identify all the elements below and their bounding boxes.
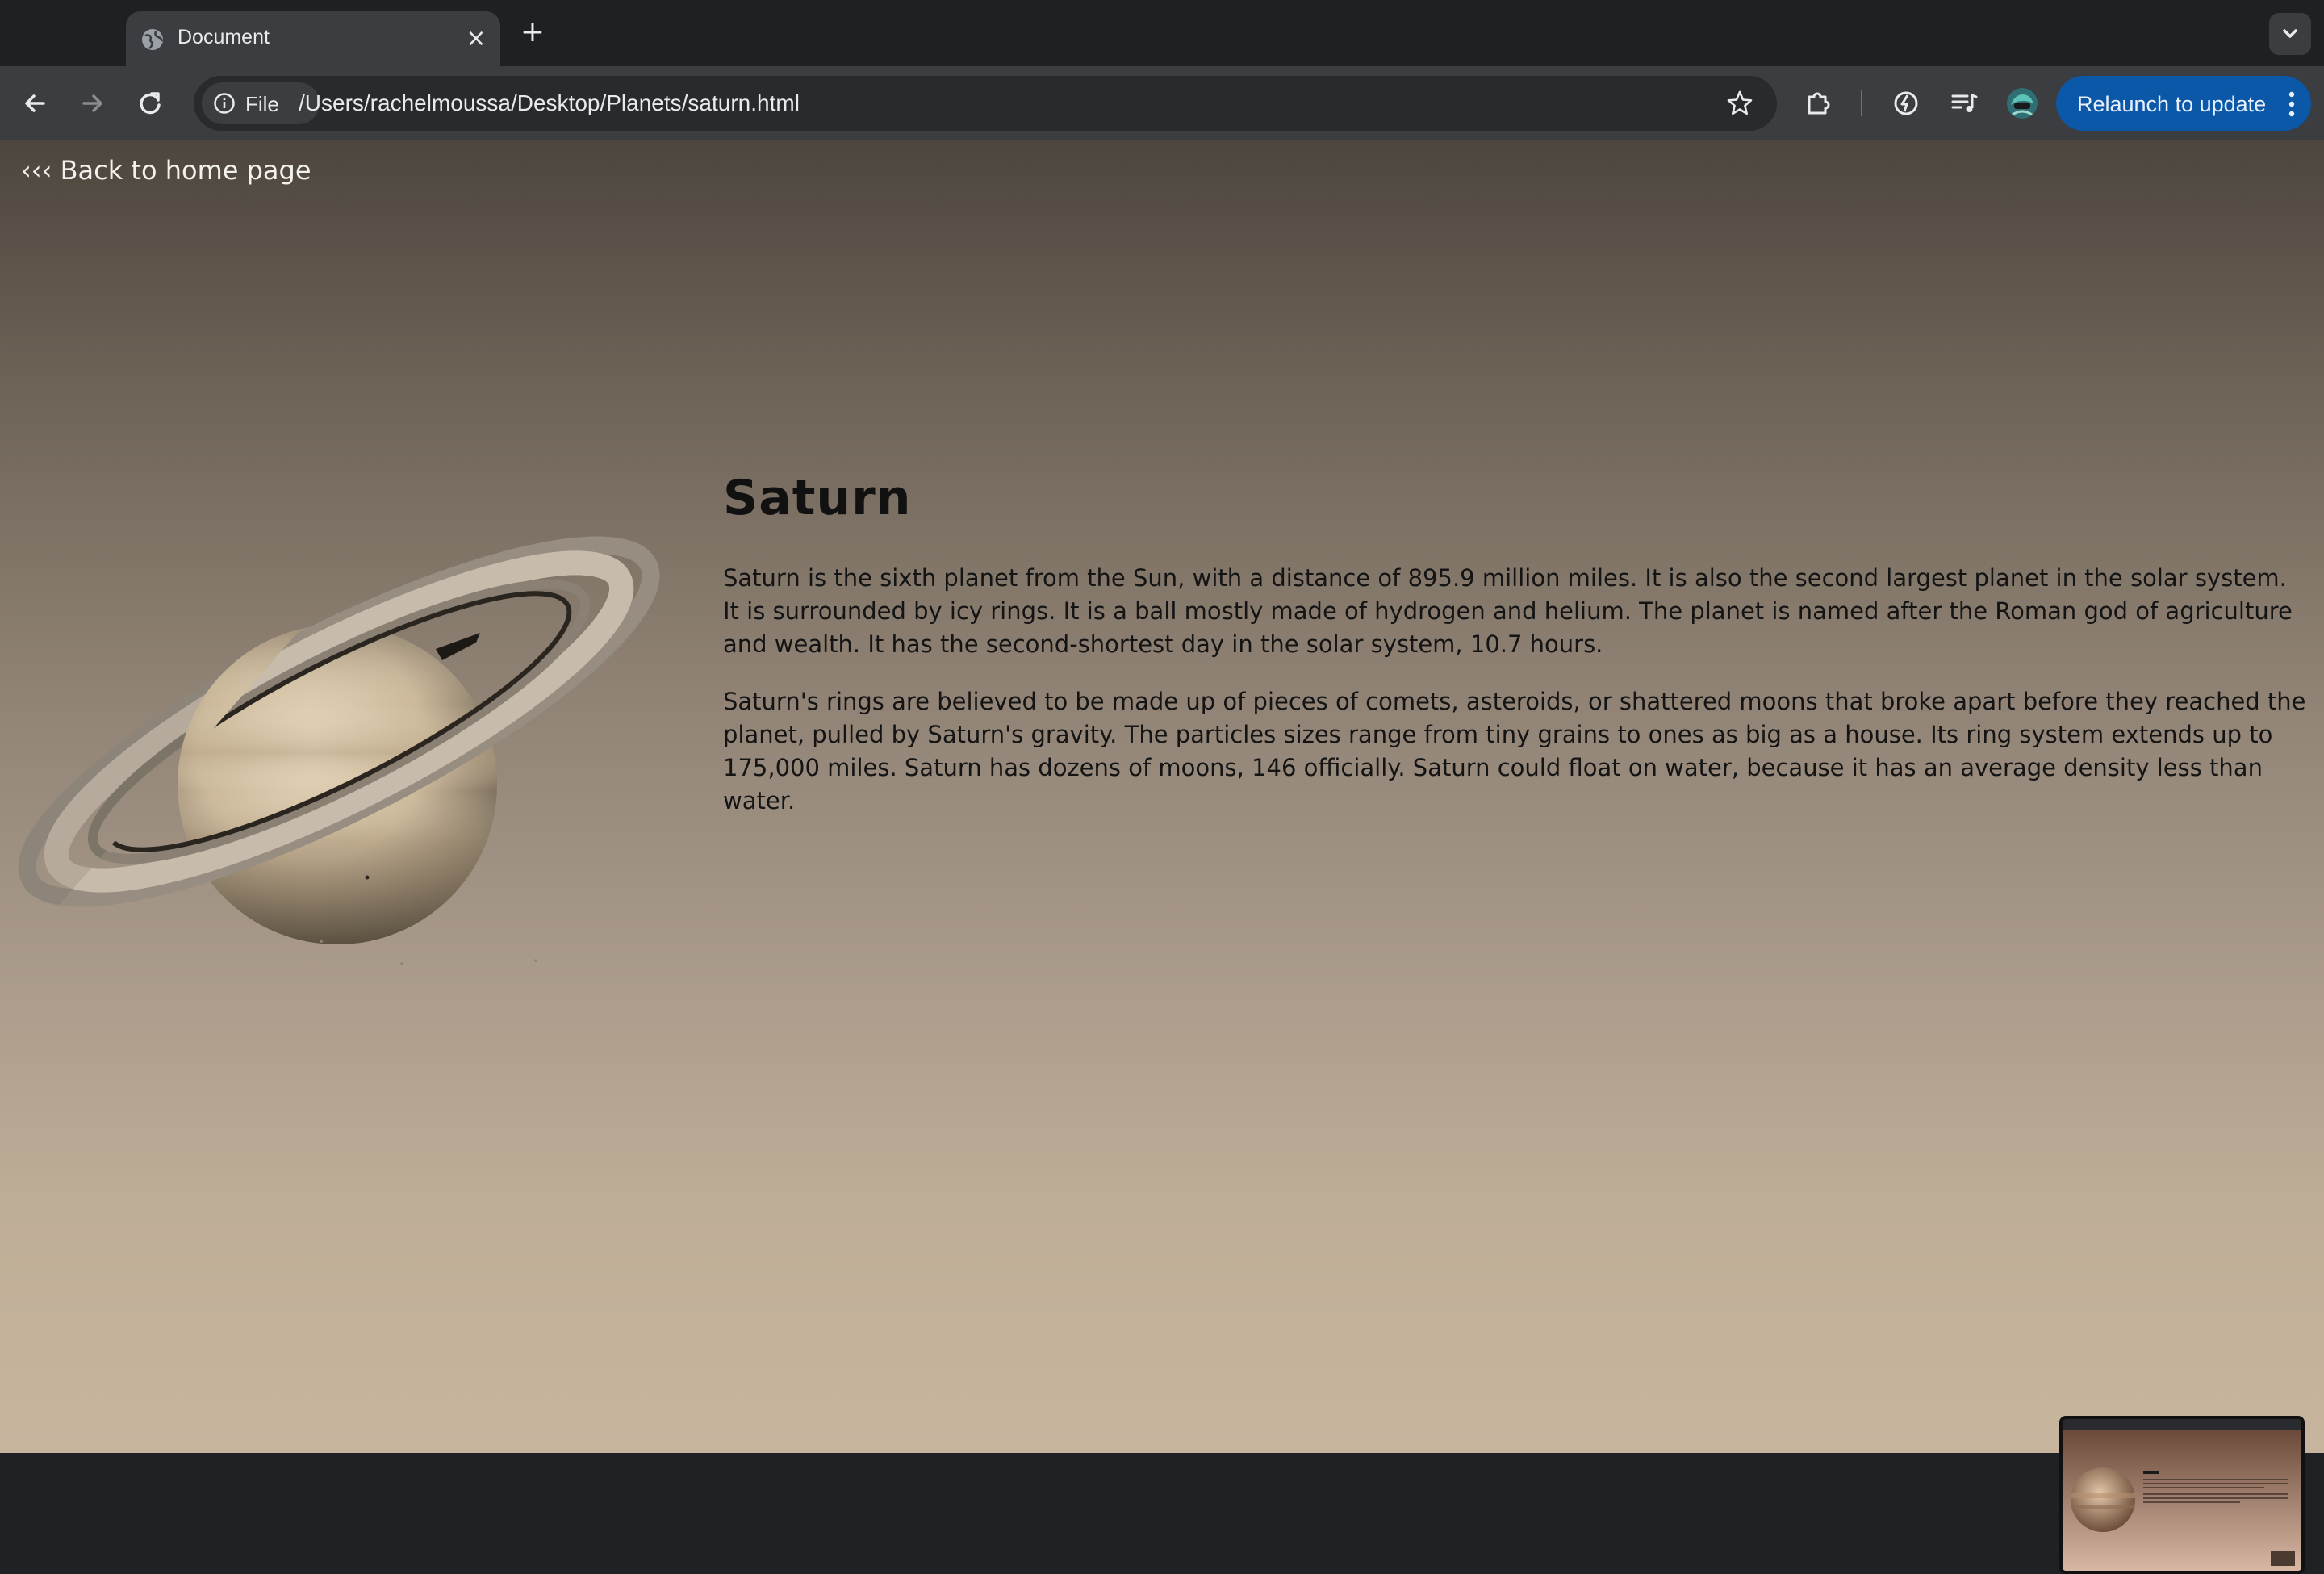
file-chip-label: File [245, 92, 279, 116]
window-preview-thumbnail[interactable] [2059, 1416, 2305, 1574]
chevron-down-icon [2283, 29, 2297, 38]
paragraph-rings: Saturn's rings are believed to be made u… [723, 688, 2306, 814]
profile-avatar-icon[interactable] [2003, 84, 2042, 123]
more-vert-icon[interactable] [2287, 90, 2297, 118]
performance-icon[interactable] [1887, 84, 1925, 123]
planet-content: Saturn Saturn is the sixth planet from t… [723, 470, 2309, 842]
reload-icon[interactable] [132, 86, 168, 121]
tab-strip: Document × + [0, 0, 2324, 66]
web-page: ‹‹‹ Back to home page Saturn Saturn is t… [0, 140, 2324, 1574]
tab-search-button[interactable] [2269, 13, 2311, 55]
tab-title: Document [178, 26, 270, 48]
back-arrow-icon[interactable] [18, 86, 53, 121]
toolbar-separator [1861, 90, 1862, 116]
info-icon [214, 93, 235, 114]
thumbnail-image [2063, 1419, 2301, 1571]
close-icon[interactable]: × [463, 26, 489, 52]
address-bar[interactable]: File /Users/rachelmoussa/Desktop/Planets… [194, 76, 1777, 131]
relaunch-label: Relaunch to update [2077, 92, 2267, 116]
star-icon[interactable] [1725, 89, 1754, 118]
extensions-icon[interactable] [1799, 84, 1838, 123]
page-title: Saturn [723, 470, 912, 526]
globe-icon [142, 29, 164, 50]
media-queue-icon[interactable] [1945, 84, 1983, 123]
browser-toolbar: File /Users/rachelmoussa/Desktop/Planets… [0, 66, 2324, 140]
back-to-home-link[interactable]: ‹‹‹ Back to home page [21, 155, 311, 186]
paragraph-intro: Saturn is the sixth planet from the Sun,… [723, 564, 2293, 658]
url-text[interactable]: /Users/rachelmoussa/Desktop/Planets/satu… [299, 90, 800, 116]
saturn-image [18, 536, 660, 965]
relaunch-to-update-button[interactable]: Relaunch to update [2056, 76, 2311, 131]
forward-arrow-icon[interactable] [74, 86, 110, 121]
tab-document[interactable]: Document × [126, 11, 500, 66]
plus-icon[interactable]: + [516, 16, 549, 48]
